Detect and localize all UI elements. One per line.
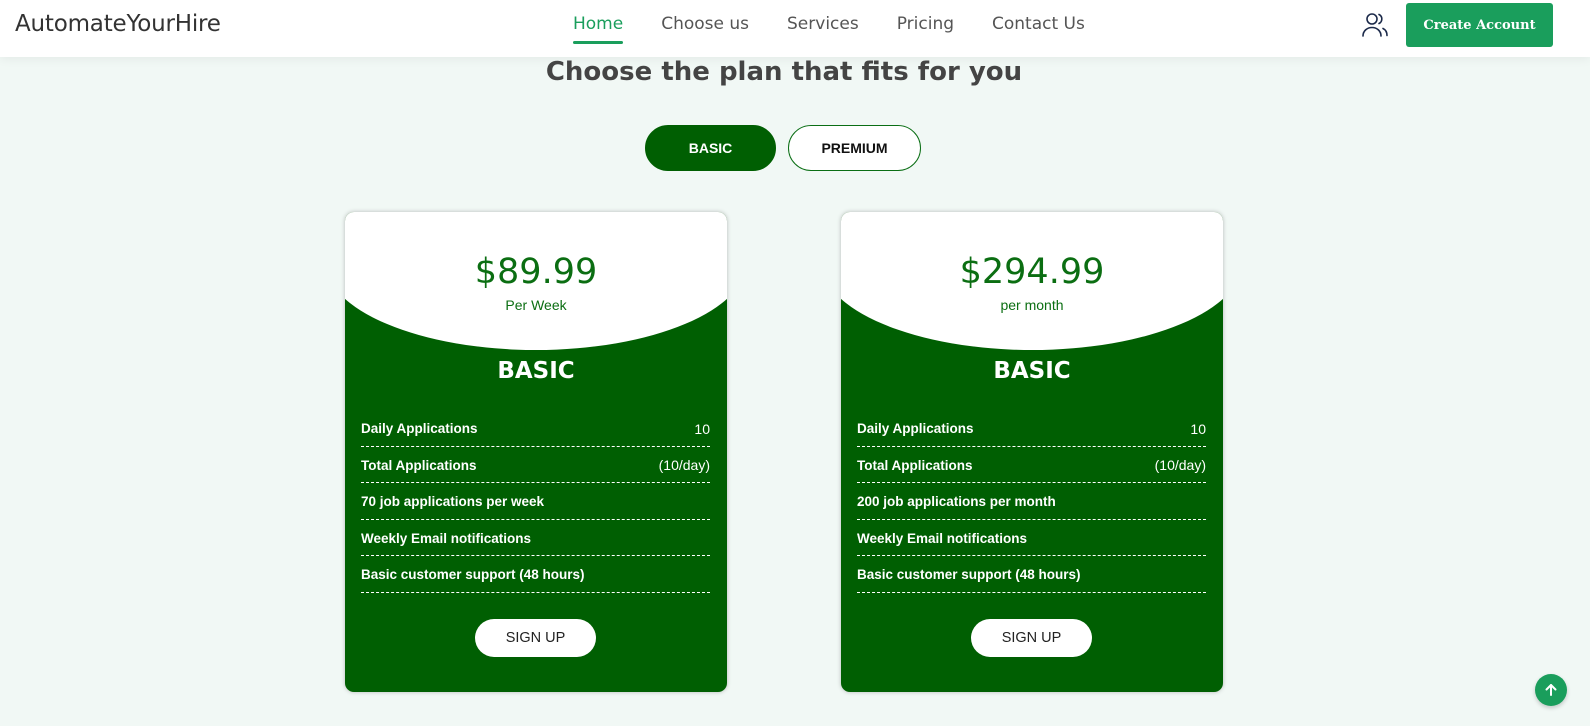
feature-value: 10 [1190, 420, 1206, 437]
plan-toggle-premium[interactable]: PREMIUM [788, 125, 921, 171]
feature-label: Weekly Email notifications [361, 530, 532, 546]
arrow-up-icon [1545, 684, 1557, 696]
pricing-headline: Choose the plan that fits for you [545, 57, 1023, 87]
nav-link-contact-us[interactable]: Contact Us [992, 14, 1085, 44]
feature-value: 10 [694, 420, 710, 437]
feature-row: Basic customer support (48 hours) [857, 556, 1206, 593]
feature-value: (10/day) [1154, 457, 1206, 474]
plan-toggle-basic[interactable]: BASIC [645, 125, 776, 171]
plan-name: BASIC [497, 358, 575, 384]
feature-label: Total Applications [857, 457, 973, 473]
nav-link-choose-us[interactable]: Choose us [661, 14, 749, 44]
feature-label: Basic customer support (48 hours) [361, 567, 585, 583]
plan-name: BASIC [993, 358, 1071, 384]
feature-row: Daily Applications 10 [361, 410, 710, 447]
feature-label: 200 job applications per month [857, 494, 1056, 510]
users-icon[interactable] [1360, 10, 1390, 40]
feature-label: Daily Applications [857, 421, 974, 437]
nav-link-pricing[interactable]: Pricing [897, 14, 954, 44]
feature-value: (10/day) [658, 457, 710, 474]
plan-price: $89.99 [474, 252, 598, 292]
feature-label: Total Applications [361, 457, 477, 473]
feature-label: Weekly Email notifications [857, 530, 1028, 546]
feature-row: Total Applications (10/day) [361, 447, 710, 483]
nav-link-services[interactable]: Services [787, 14, 859, 44]
feature-label: Basic customer support (48 hours) [857, 567, 1081, 583]
nav-link-home[interactable]: Home [573, 14, 624, 44]
navbar: AutomateYourHire Home Choose us Services… [0, 0, 1590, 57]
feature-row: Basic customer support (48 hours) [361, 556, 710, 593]
scroll-to-top-button[interactable] [1535, 674, 1567, 706]
sign-up-button[interactable]: SIGN UP [971, 619, 1092, 657]
plan-period: per month [1000, 297, 1064, 313]
feature-row: Weekly Email notifications [361, 520, 710, 556]
nav-links: Home Choose us Services Pricing Contact … [573, 14, 1123, 44]
sign-up-button[interactable]: SIGN UP [475, 619, 596, 657]
feature-row: Daily Applications 10 [857, 410, 1206, 447]
brand-logo[interactable]: AutomateYourHire [15, 11, 221, 37]
feature-row: Total Applications (10/day) [857, 447, 1206, 483]
pricing-card-weekly: $89.99 Per Week BASIC Daily Applications… [345, 212, 727, 692]
pricing-card-monthly: $294.99 per month BASIC Daily Applicatio… [841, 212, 1223, 692]
create-account-button[interactable]: Create Account [1406, 3, 1553, 47]
feature-list: Daily Applications 10 Total Applications… [857, 410, 1206, 593]
feature-row: 200 job applications per month [857, 483, 1206, 520]
feature-row: 70 job applications per week [361, 483, 710, 520]
feature-list: Daily Applications 10 Total Applications… [361, 410, 710, 593]
feature-label: 70 job applications per week [361, 494, 545, 510]
feature-label: Daily Applications [361, 421, 478, 437]
plan-period: Per Week [505, 297, 567, 313]
plan-price: $294.99 [959, 252, 1105, 292]
feature-row: Weekly Email notifications [857, 520, 1206, 556]
